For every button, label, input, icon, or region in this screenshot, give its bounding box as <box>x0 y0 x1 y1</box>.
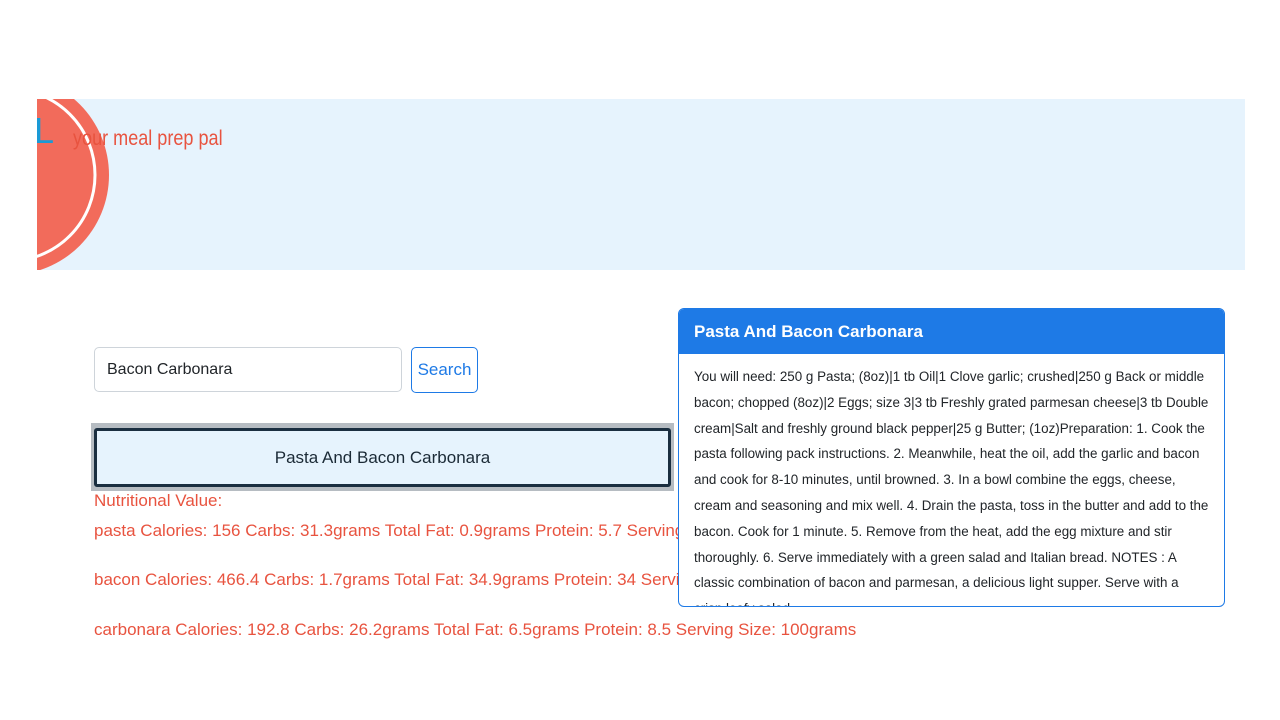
recipe-result-button[interactable]: Pasta And Bacon Carbonara <box>94 428 671 487</box>
recipe-popover: Pasta And Bacon Carbonara You will need:… <box>678 308 1225 607</box>
tagline: your meal prep pal <box>73 127 223 150</box>
popover-title: Pasta And Bacon Carbonara <box>679 309 1224 354</box>
header-banner: L your meal prep pal <box>37 99 1245 270</box>
logo-letter: L <box>37 110 55 151</box>
popover-body: You will need: 250 g Pasta; (8oz)|1 tb O… <box>694 369 1209 606</box>
search-input[interactable] <box>94 347 402 392</box>
nutrition-item-carbonara: carbonara Calories: 192.8 Carbs: 26.2gra… <box>94 620 857 639</box>
page: L your meal prep pal Search Pasta And Ba… <box>0 0 1280 720</box>
search-button[interactable]: Search <box>411 347 478 393</box>
nutrition-title: Nutritional Value: <box>94 491 223 510</box>
